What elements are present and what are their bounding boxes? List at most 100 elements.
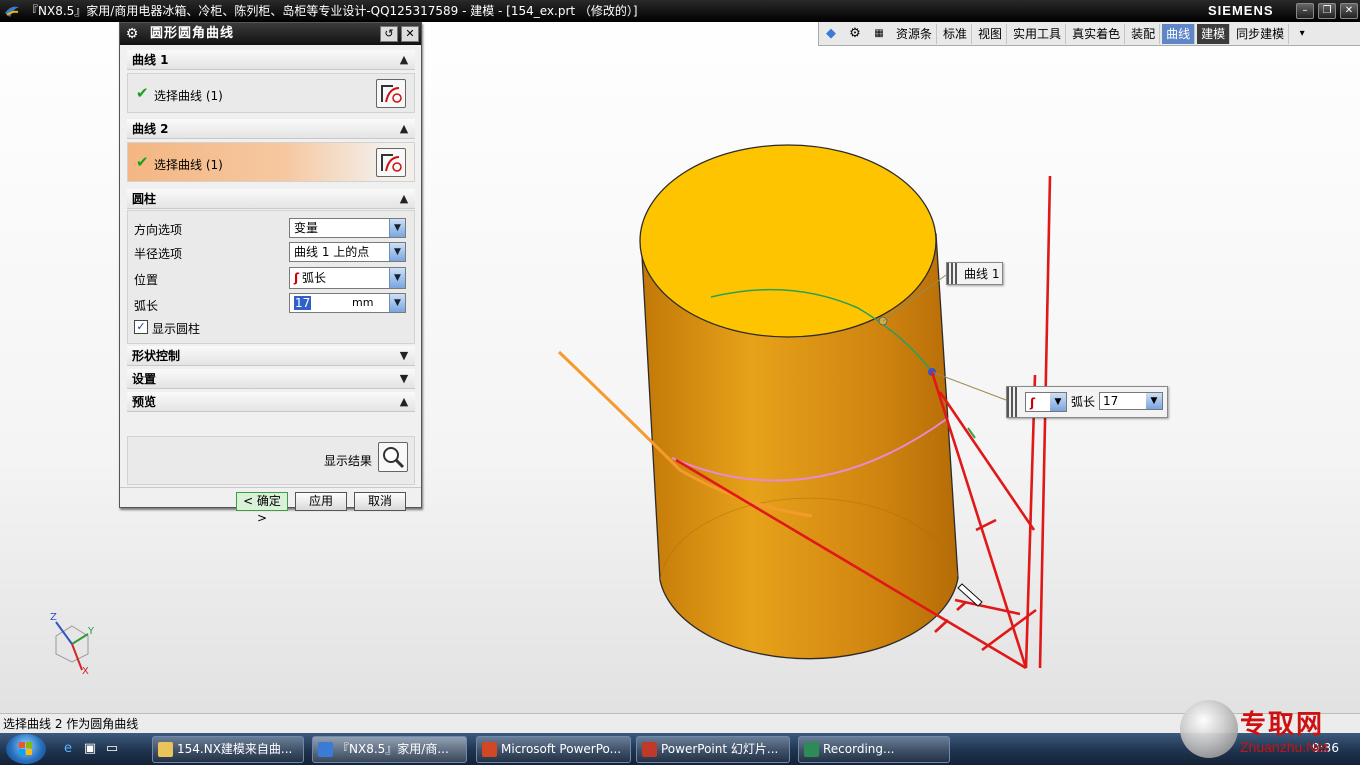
tab-sync-modeling[interactable]: 同步建模: [1232, 23, 1290, 44]
section-shape-control-header[interactable]: 形状控制 ▼: [127, 346, 415, 366]
ok-button[interactable]: < 确定 >: [236, 492, 288, 525]
windows-logo-icon: [19, 742, 32, 755]
tab-modeling[interactable]: 建模: [1197, 23, 1231, 44]
taskbar-item-label: 154.NX建模来自曲...: [177, 742, 293, 756]
taskbar-item-label: PowerPoint 幻灯片...: [661, 742, 779, 756]
view-triad-icon[interactable]: [55, 621, 89, 671]
section-settings-header[interactable]: 设置 ▼: [127, 369, 415, 389]
tab-standard[interactable]: 标准: [939, 23, 973, 44]
section-shape-control-title: 形状控制: [132, 349, 181, 363]
triad-z-label: Z: [50, 612, 57, 623]
tab-utility[interactable]: 实用工具: [1009, 23, 1067, 44]
circular-fillet-curve-dialog: ⚙ 圆形圆角曲线 ↺ ✕ 曲线 1 ▲ ✔ 选择曲线 (1) 曲线 2 ▲ ✔ …: [119, 22, 422, 525]
arclength-type-dropdown[interactable]: ʃ ▼: [1025, 392, 1067, 412]
nx-start-icon[interactable]: ◆: [820, 24, 842, 44]
position-value: 弧长: [301, 271, 326, 285]
show-result-label: 显示结果: [324, 454, 373, 468]
cylinder-top-face[interactable]: [639, 144, 937, 338]
section-cylinder-title: 圆柱: [132, 192, 157, 206]
gear-icon[interactable]: ⚙: [844, 24, 866, 44]
taskbar-item-recording[interactable]: Recording...: [798, 736, 950, 763]
arclength-label: 弧长: [134, 299, 159, 313]
chevron-down-icon[interactable]: ▼: [389, 219, 405, 237]
nx-logo-icon: [4, 3, 20, 19]
arclength-tag[interactable]: ʃ ▼ 弧长 17 ▼: [1006, 386, 1168, 418]
taskbar-item-powerpoint[interactable]: Microsoft PowerPo...: [476, 736, 631, 763]
position-select[interactable]: ʃ 弧长 ▼: [289, 267, 406, 289]
tag-grip[interactable]: [1007, 387, 1017, 417]
tab-true-shading[interactable]: 真实着色: [1068, 23, 1126, 44]
tab-view[interactable]: 视图: [974, 23, 1008, 44]
radius-option-select[interactable]: 曲线 1 上的点 ▼: [289, 242, 406, 262]
chevron-up-icon[interactable]: ▲: [396, 394, 412, 410]
chevron-down-icon: ▼: [1050, 393, 1066, 411]
curve-1-tag[interactable]: 曲线 1: [946, 262, 1003, 285]
reset-icon[interactable]: ↺: [380, 26, 398, 42]
chevron-up-icon[interactable]: ▲: [396, 121, 412, 137]
spin-arrow-icon[interactable]: ▼: [1146, 393, 1162, 409]
arclength-type-icon: ʃ: [1030, 396, 1035, 410]
curve-2-select-row[interactable]: ✔ 选择曲线 (1): [127, 142, 415, 182]
arclength-input[interactable]: 17 mm ▼: [289, 293, 406, 313]
cancel-button[interactable]: 取消: [354, 492, 406, 511]
close-button[interactable]: ✕: [1340, 3, 1358, 19]
section-curve-2-title: 曲线 2: [132, 122, 169, 136]
siemens-brand: SIEMENS: [1208, 3, 1274, 18]
chevron-down-icon[interactable]: ▼: [396, 371, 412, 387]
arclength-tag-input[interactable]: 17 ▼: [1099, 392, 1163, 410]
show-result-button[interactable]: [378, 442, 408, 472]
toolbar-options-icon[interactable]: ▾: [1291, 24, 1313, 44]
watermark-text: 专取网: [1240, 710, 1325, 740]
folder-icon: [158, 742, 173, 757]
slideshow-icon: [642, 742, 657, 757]
arclength-type-icon: ʃ: [294, 271, 299, 285]
show-desktop-icon[interactable]: ▭: [104, 741, 120, 757]
direction-option-select[interactable]: 变量 ▼: [289, 218, 406, 238]
ie-icon[interactable]: e: [60, 741, 76, 757]
gear-icon[interactable]: ⚙: [124, 26, 140, 42]
spin-arrow-icon[interactable]: ▼: [389, 294, 405, 312]
tag-grip[interactable]: [947, 263, 957, 284]
triad-y-label: Y: [88, 626, 95, 637]
select-curve-button[interactable]: [376, 79, 406, 108]
tab-assembly[interactable]: 装配: [1127, 23, 1161, 44]
curve-1-tag-label: 曲线 1: [964, 267, 1000, 281]
restore-button[interactable]: ❐: [1318, 3, 1336, 19]
chevron-down-icon[interactable]: ▼: [389, 268, 405, 288]
explorer-icon[interactable]: ▣: [82, 741, 98, 757]
apply-button[interactable]: 应用: [295, 492, 347, 511]
tab-curve[interactable]: 曲线: [1162, 23, 1196, 44]
select-curve-button[interactable]: [376, 148, 406, 177]
watermark-logo: [1180, 700, 1238, 758]
direction-option-label: 方向选项: [134, 223, 183, 237]
taskbar-item-label: Recording...: [823, 742, 895, 756]
tab-resource-bar[interactable]: 资源条: [892, 23, 938, 44]
minimize-button[interactable]: –: [1296, 3, 1314, 19]
dialog-button-bar: [120, 487, 421, 488]
chevron-up-icon[interactable]: ▲: [396, 191, 412, 207]
curve-1-select-row[interactable]: ✔ 选择曲线 (1): [127, 73, 415, 113]
taskbar-item-folder[interactable]: 154.NX建模来自曲...: [152, 736, 304, 763]
dialog-title: 圆形圆角曲线: [150, 26, 235, 41]
section-cylinder-header[interactable]: 圆柱 ▲: [127, 189, 415, 209]
chevron-up-icon[interactable]: ▲: [396, 52, 412, 68]
arclength-tag-value: 17: [1103, 394, 1119, 408]
nx-app-icon: [318, 742, 333, 757]
section-preview-header[interactable]: 预览 ▲: [127, 392, 415, 412]
window-title-bar[interactable]: 『NX8.5』家用/商用电器冰箱、冷柜、陈列柜、岛柜等专业设计-QQ125317…: [0, 0, 1360, 22]
dialog-header[interactable]: ⚙ 圆形圆角曲线 ↺ ✕: [120, 23, 421, 45]
arclength-tag-label: 弧长: [1071, 395, 1096, 409]
magnifier-icon: [383, 447, 405, 469]
chevron-down-icon[interactable]: ▼: [396, 348, 412, 364]
section-curve-1-header[interactable]: 曲线 1 ▲: [127, 50, 415, 70]
show-cylinder-checkbox[interactable]: ✓: [134, 320, 148, 334]
grid-icon[interactable]: ▦: [868, 24, 890, 44]
preview-section-body: 显示结果: [127, 436, 415, 485]
start-button[interactable]: [6, 734, 46, 764]
chevron-down-icon[interactable]: ▼: [389, 243, 405, 261]
close-icon[interactable]: ✕: [401, 26, 419, 42]
taskbar-item-slideshow[interactable]: PowerPoint 幻灯片...: [636, 736, 790, 763]
recorder-icon: [804, 742, 819, 757]
taskbar-item-nx[interactable]: 『NX8.5』家用/商...: [312, 736, 467, 763]
section-curve-2-header[interactable]: 曲线 2 ▲: [127, 119, 415, 139]
